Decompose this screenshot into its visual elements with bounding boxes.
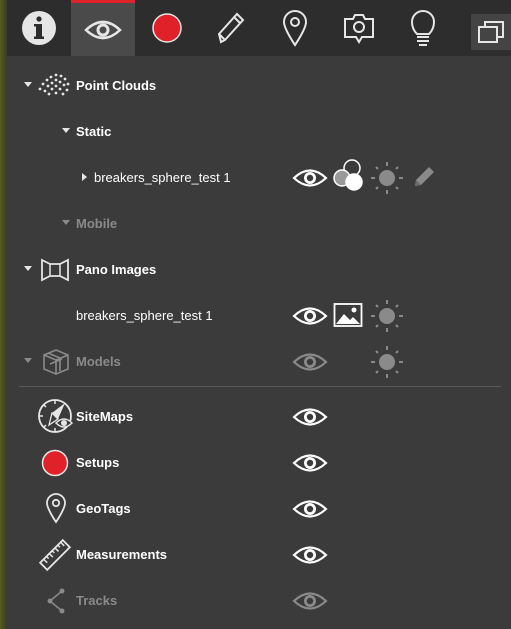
image-icon[interactable] bbox=[333, 302, 363, 328]
collapse-arrow[interactable] bbox=[62, 220, 70, 225]
lightbulb-icon bbox=[410, 10, 436, 46]
ruler-icon bbox=[38, 538, 72, 572]
layer-setups[interactable]: Setups bbox=[7, 447, 511, 479]
layer-label-sitemaps: SiteMaps bbox=[76, 409, 134, 424]
eye-icon[interactable] bbox=[292, 589, 328, 613]
layer-label-geotags: GeoTags bbox=[76, 501, 131, 516]
track-icon bbox=[47, 588, 65, 614]
tree-item-pano[interactable]: breakers_sphere_test 1 bbox=[7, 300, 511, 332]
tree-node-point-clouds[interactable]: Point Clouds bbox=[7, 70, 511, 102]
tree-label-pano-images: Pano Images bbox=[76, 262, 157, 277]
section-divider bbox=[19, 386, 501, 387]
pencil-icon[interactable] bbox=[411, 164, 437, 190]
tab-markup[interactable] bbox=[199, 0, 263, 56]
layer-tracks[interactable]: Tracks bbox=[7, 585, 511, 617]
collapse-arrow[interactable] bbox=[24, 82, 32, 87]
eye-icon bbox=[84, 20, 122, 39]
color-mode-icon[interactable] bbox=[331, 158, 367, 194]
layer-label-setups: Setups bbox=[76, 455, 120, 470]
toolbar bbox=[7, 0, 511, 56]
tree-node-pano-images[interactable]: Pano Images bbox=[7, 254, 511, 286]
tree-label-point-clouds: Point Clouds bbox=[76, 78, 157, 93]
layer-measurements[interactable]: Measurements bbox=[7, 538, 511, 572]
lighting-icon[interactable] bbox=[369, 344, 405, 380]
tab-snapshots[interactable] bbox=[327, 0, 391, 56]
tab-geotags[interactable] bbox=[263, 0, 327, 56]
lighting-icon[interactable] bbox=[369, 160, 405, 196]
window-edge bbox=[0, 0, 7, 629]
tree-node-static[interactable]: Static bbox=[7, 116, 511, 148]
layer-sitemaps[interactable]: SiteMaps bbox=[7, 399, 511, 433]
tab-visibility[interactable] bbox=[71, 0, 135, 56]
compass-icon bbox=[38, 399, 74, 433]
panel-toggle-button[interactable] bbox=[471, 14, 511, 50]
layer-label-tracks: Tracks bbox=[76, 593, 118, 608]
model-cube-icon bbox=[43, 349, 69, 375]
layer-geotags[interactable]: GeoTags bbox=[7, 493, 511, 525]
tree-label-mobile: Mobile bbox=[76, 216, 118, 231]
eye-icon[interactable] bbox=[292, 350, 328, 374]
record-icon bbox=[152, 13, 182, 43]
panorama-icon bbox=[41, 258, 69, 282]
map-pin-icon bbox=[46, 493, 66, 524]
tree-label-point-cloud-item: breakers_sphere_test 1 bbox=[94, 170, 231, 185]
windows-icon bbox=[478, 21, 504, 43]
info-icon bbox=[22, 11, 56, 45]
expand-arrow[interactable] bbox=[82, 173, 87, 181]
visibility-panel: Point Clouds Static breakers_sphere_test… bbox=[7, 56, 511, 629]
tree-item-point-cloud[interactable]: breakers_sphere_test 1 bbox=[7, 159, 511, 196]
lighting-icon[interactable] bbox=[369, 298, 405, 334]
tree-node-models[interactable]: Models bbox=[7, 346, 511, 378]
tab-info[interactable] bbox=[7, 0, 71, 56]
eye-icon[interactable] bbox=[292, 543, 328, 567]
pencil-icon bbox=[217, 12, 245, 44]
point-cloud-icon bbox=[38, 73, 70, 96]
record-icon bbox=[41, 449, 69, 477]
tab-lighting[interactable] bbox=[391, 0, 455, 56]
collapse-arrow[interactable] bbox=[24, 266, 32, 271]
map-pin-icon bbox=[282, 10, 308, 47]
eye-icon[interactable] bbox=[292, 405, 328, 429]
collapse-arrow[interactable] bbox=[24, 358, 32, 363]
tree-node-mobile[interactable]: Mobile bbox=[7, 208, 511, 240]
collapse-arrow[interactable] bbox=[62, 128, 70, 133]
eye-icon[interactable] bbox=[292, 451, 328, 475]
tab-setups[interactable] bbox=[135, 0, 199, 56]
eye-icon[interactable] bbox=[292, 166, 328, 190]
camera-icon bbox=[344, 14, 374, 44]
tree-label-pano-item: breakers_sphere_test 1 bbox=[76, 308, 213, 323]
tree-label-static: Static bbox=[76, 124, 112, 139]
eye-icon[interactable] bbox=[292, 304, 328, 328]
layer-label-measurements: Measurements bbox=[76, 547, 168, 562]
eye-icon[interactable] bbox=[292, 497, 328, 521]
tree-label-models: Models bbox=[76, 354, 121, 369]
